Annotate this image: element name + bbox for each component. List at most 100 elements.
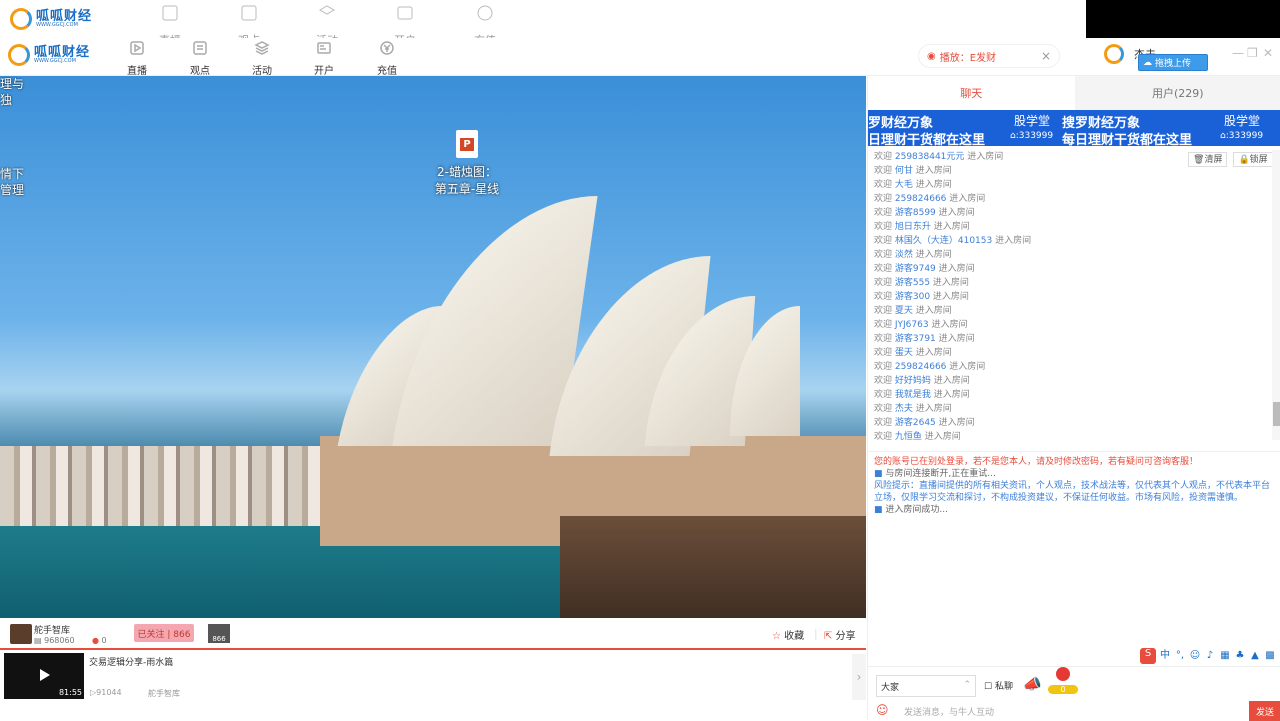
chinese-mode-icon[interactable]: 中 <box>1159 650 1171 662</box>
rose-gift[interactable]: 0 <box>1048 667 1078 699</box>
chat-welcome-row: 欢迎 好好妈妈 进入房间 <box>874 374 1271 388</box>
chat-username[interactable]: 游客2645 <box>895 418 936 428</box>
private-chat-toggle[interactable]: ☐ 私聊 <box>984 679 1013 692</box>
sogou-icon[interactable]: S <box>1140 648 1156 664</box>
ghost-nav-recharge: 充值 <box>465 4 505 38</box>
chat-username[interactable]: 好好妈妈 <box>895 376 931 386</box>
video-author[interactable]: 舵手智库 <box>148 688 180 699</box>
nav-account[interactable]: 开户 <box>304 40 344 77</box>
video-thumbnail[interactable]: 81:55 <box>4 653 84 699</box>
ghost-nav-activity: 活动 <box>307 4 347 38</box>
chat-username[interactable]: 游客555 <box>895 278 930 288</box>
target-select[interactable]: 大家⌃ <box>876 675 976 697</box>
nav-account-label: 开户 <box>314 62 334 77</box>
video-player[interactable]: 理与 独 情下 管理 P 2-蜡烛图： 第五章-星线 <box>0 76 866 618</box>
streamer-bar: 舵手智库 ▤ 968060 ● 0 已关注 | 866 866 ☆ 收藏 | ⇱… <box>0 618 866 650</box>
minimize-icon[interactable]: — <box>1232 46 1244 60</box>
user-avatar[interactable] <box>1104 44 1124 64</box>
clear-screen-button[interactable]: 🗑清屏 <box>1188 152 1227 167</box>
info-icon: ■ <box>874 469 883 479</box>
chat-message-list[interactable]: 欢迎 259838441元元 进入房间欢迎 何甘 进入房间欢迎 大毛 进入房间欢… <box>868 150 1271 450</box>
ghost-nav-viewpoint: 观点 <box>229 4 269 38</box>
host-avatar[interactable]: 866 <box>208 624 230 643</box>
crowded-quay <box>560 516 866 618</box>
nav-recharge[interactable]: 充值 <box>367 40 407 77</box>
chat-username[interactable]: 259838441元元 <box>895 152 965 162</box>
follow-button[interactable]: 已关注 | 866 <box>134 624 194 642</box>
nav-viewpoint[interactable]: 观点 <box>180 40 220 77</box>
collect-button[interactable]: ☆ 收藏 <box>772 627 804 642</box>
punctuation-icon[interactable]: °, <box>1174 650 1186 662</box>
chat-scrollbar[interactable] <box>1272 150 1280 440</box>
video-title[interactable]: 交易逻辑分享-雨水篇 <box>89 655 173 668</box>
chat-username[interactable]: 旭日东升 <box>895 222 931 232</box>
tab-chat[interactable]: 聊天 <box>868 76 1075 110</box>
streamer-avatar[interactable] <box>10 624 32 644</box>
login-warning: 您的账号已在别处登录，若不是您本人，请及时修改密码，若有疑问可咨询客服！ <box>874 456 1274 468</box>
chat-username[interactable]: JYJ6763 <box>895 320 929 330</box>
chat-username[interactable]: 夏天 <box>895 306 913 316</box>
chat-username[interactable]: 259824666 <box>895 194 947 204</box>
ppt-file-label[interactable]: 2-蜡烛图： 第五章-星线 <box>424 164 510 198</box>
send-bar: 大家⌃ ☐ 私聊 📣 0 ☺ 发送消息，与牛人互动 发送 <box>868 666 1280 720</box>
star-icon: ☆ <box>772 631 781 642</box>
emoji-icon[interactable]: ☺ <box>1189 650 1201 662</box>
close-playing-icon[interactable]: × <box>1041 49 1051 63</box>
tab-users[interactable]: 用户(229) <box>1075 76 1280 110</box>
nav-live[interactable]: 直播 <box>117 40 157 77</box>
chat-username[interactable]: 蛋天 <box>895 348 913 358</box>
share-button[interactable]: ⇱ 分享 <box>824 627 856 642</box>
grid-icon[interactable]: ▩ <box>1264 650 1276 662</box>
chat-username[interactable]: 淡然 <box>895 250 913 260</box>
risk-notice: 风险提示：直播间提供的所有相关资讯，个人观点，技术战法等，仅代表其个人观点，不代… <box>874 480 1274 504</box>
chat-welcome-row: 欢迎 旭日东升 进入房间 <box>874 220 1271 234</box>
chat-username[interactable]: 何甘 <box>895 166 913 176</box>
chevron-right-icon[interactable]: › <box>852 654 866 700</box>
send-button[interactable]: 发送 <box>1249 701 1280 721</box>
banner-count: ⌂:333999 <box>1010 131 1053 141</box>
video-duration: 81:55 <box>59 688 82 697</box>
smile-icon[interactable]: ☺ <box>876 703 889 717</box>
chat-welcome-row: 欢迎 259824666 进入房间 <box>874 360 1271 374</box>
shirt-icon[interactable]: ▲ <box>1249 650 1261 662</box>
chat-username[interactable]: 游客8599 <box>895 208 936 218</box>
chat-username[interactable]: 林国久（大连）410153 <box>895 236 992 246</box>
lock-screen-button[interactable]: 🔒锁屏 <box>1233 152 1272 167</box>
chat-username[interactable]: 游客3791 <box>895 334 936 344</box>
window-close-icon[interactable]: ✕ <box>1263 46 1273 60</box>
chat-welcome-row: 欢迎 游客8599 进入房间 <box>874 206 1271 220</box>
chat-welcome-row: 欢迎 夏天 进入房间 <box>874 304 1271 318</box>
chat-username[interactable]: 259824666 <box>895 362 947 372</box>
chat-username[interactable]: 大毛 <box>895 180 913 190</box>
streamer-name[interactable]: 舵手智库 <box>34 623 70 636</box>
app-logo[interactable]: 呱呱财经WWW.GGCJ.COM <box>8 44 90 66</box>
chat-welcome-row: 欢迎 九恒鱼 进入房间 <box>874 430 1271 444</box>
lock-icon: 🔒 <box>1238 155 1249 165</box>
chat-username[interactable]: 九恒鱼 <box>895 432 922 442</box>
chat-welcome-row: 欢迎 淡然 进入房间 <box>874 248 1271 262</box>
chat-username[interactable]: 杰夫 <box>895 404 913 414</box>
black-overlay <box>1086 0 1280 38</box>
chat-welcome-row: 欢迎 JYJ6763 进入房间 <box>874 318 1271 332</box>
viewpoint-icon <box>192 40 208 56</box>
chat-input[interactable]: 发送消息，与牛人互动 <box>904 705 994 718</box>
rose-icon: ● <box>92 636 99 645</box>
chat-username[interactable]: 游客9749 <box>895 264 936 274</box>
now-playing-pill[interactable]: ◉ 播放：E发财 × <box>918 44 1060 68</box>
maximize-icon[interactable]: ❐ <box>1247 46 1258 60</box>
keyboard-icon[interactable]: ▦ <box>1219 650 1231 662</box>
mic-icon[interactable]: ♪ <box>1204 650 1216 662</box>
nav-activity[interactable]: 活动 <box>242 40 282 77</box>
city-skyline <box>0 446 330 526</box>
chat-username[interactable]: 我就是我 <box>895 390 931 400</box>
megaphone-icon[interactable]: 📣 <box>1023 675 1042 693</box>
ad-banner[interactable]: 罗财经万象 日理财干货都在这里 股学堂 ⌂:333999 搜罗财经万象 每日理财… <box>868 110 1280 146</box>
panel-tabs: 聊天 用户(229) <box>868 76 1280 110</box>
trash-icon: 🗑 <box>1193 155 1204 165</box>
nav-activity-label: 活动 <box>252 62 272 77</box>
drag-upload-button[interactable]: ☁ 拖拽上传 <box>1138 54 1208 71</box>
skin-icon[interactable]: ♣ <box>1234 650 1246 662</box>
ppt-file-icon[interactable]: P <box>456 130 478 158</box>
chat-username[interactable]: 游客300 <box>895 292 930 302</box>
chat-welcome-row: 欢迎 大毛 进入房间 <box>874 178 1271 192</box>
